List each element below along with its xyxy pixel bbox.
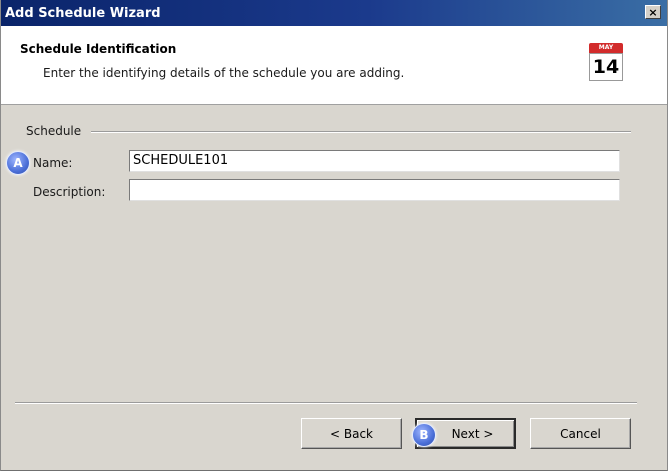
page-subtitle: Enter the identifying details of the sch… (43, 66, 405, 80)
title-bar[interactable]: Add Schedule Wizard × (1, 0, 667, 26)
calendar-month: MAY (589, 43, 623, 53)
calendar-icon: MAY 14 (589, 43, 623, 81)
description-label: Description: (33, 185, 106, 199)
wizard-header: Schedule Identification Enter the identi… (1, 26, 667, 105)
next-button-label: Next > (451, 426, 494, 441)
page-title: Schedule Identification (20, 42, 177, 56)
group-divider (91, 131, 631, 133)
wizard-window: Add Schedule Wizard × Schedule Identific… (0, 0, 668, 471)
cancel-button[interactable]: Cancel (530, 418, 631, 449)
name-input[interactable]: SCHEDULE101 (129, 150, 620, 172)
close-icon: × (648, 5, 658, 19)
back-button-label: < Back (329, 426, 373, 441)
cancel-button-label: Cancel (560, 426, 601, 441)
close-button[interactable]: × (645, 5, 661, 19)
calendar-day: 14 (589, 53, 623, 81)
description-input[interactable] (129, 179, 620, 201)
schedule-group-label: Schedule (26, 124, 88, 138)
name-label: Name: (33, 156, 73, 170)
callout-b-badge: B (412, 423, 436, 447)
callout-a-badge: A (6, 151, 30, 175)
button-divider (15, 402, 637, 404)
back-button[interactable]: < Back (301, 418, 402, 449)
window-title: Add Schedule Wizard (5, 5, 161, 21)
